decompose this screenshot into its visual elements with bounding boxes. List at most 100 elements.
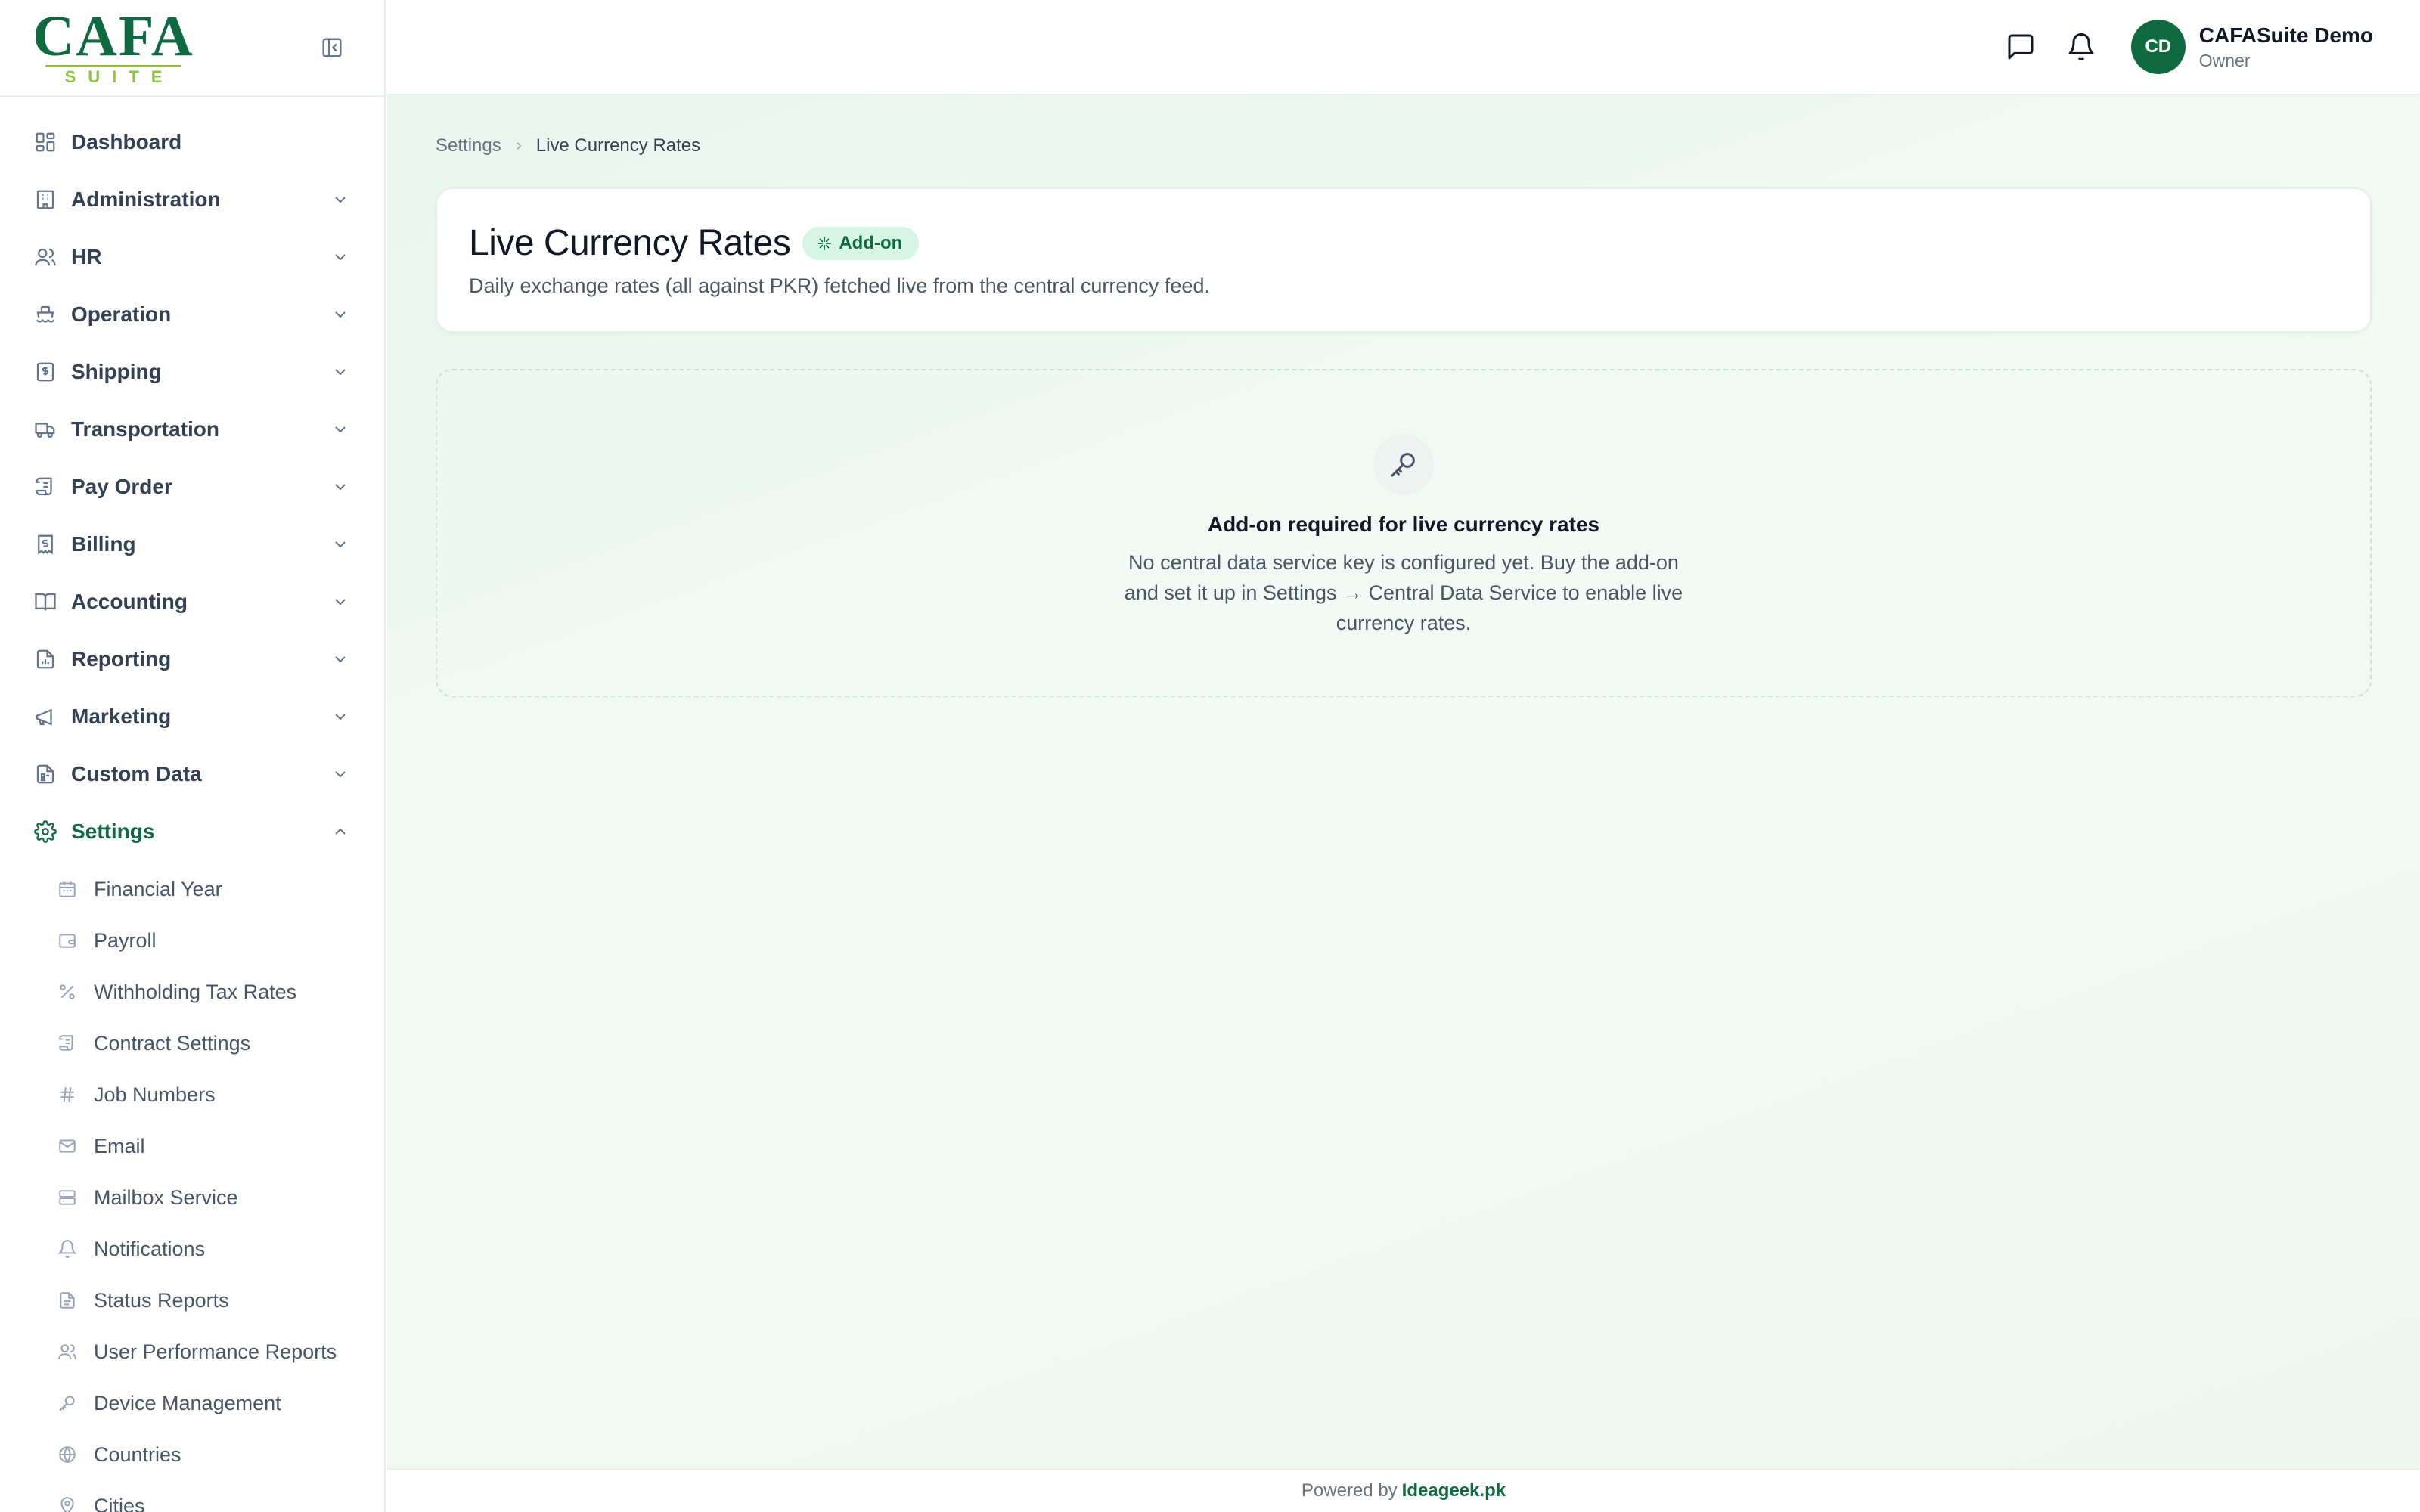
submenu-item-label: Countries: [94, 1442, 182, 1466]
sidebar-item-label: Reporting: [71, 647, 172, 671]
submenu-item-job-numbers[interactable]: Job Numbers: [0, 1069, 384, 1120]
calendar-icon: [56, 878, 79, 900]
gear-icon: [32, 818, 59, 845]
avatar[interactable]: CD: [2130, 20, 2186, 74]
messages-button[interactable]: [2003, 29, 2039, 65]
ship-icon: [32, 301, 59, 328]
scroll-icon: [32, 473, 59, 500]
submenu-item-user-performance-reports[interactable]: User Performance Reports: [0, 1326, 384, 1377]
title-row: Live Currency Rates Add-on: [469, 222, 2338, 264]
submenu-item-status-reports[interactable]: Status Reports: [0, 1275, 384, 1326]
sparkles-icon: [816, 235, 833, 252]
file-icon: [56, 1289, 79, 1312]
footer-prefix: Powered by: [1301, 1480, 1398, 1501]
panel-collapse-icon: [322, 38, 342, 57]
submenu-item-label: Cities: [94, 1494, 145, 1512]
topbar: CD CAFASuite Demo Owner: [387, 0, 2420, 95]
sidebar-item-label: Settings: [71, 820, 155, 843]
user-menu[interactable]: CAFASuite Demo Owner: [2199, 22, 2373, 72]
logo-area: CAFA SUITE: [0, 0, 384, 97]
logo-main-text: CAFA: [33, 5, 194, 68]
submenu-item-device-management[interactable]: Device Management: [0, 1377, 384, 1429]
submenu-item-label: Contract Settings: [94, 1031, 251, 1055]
users-icon: [32, 243, 59, 271]
footer-brand-link[interactable]: Ideageek.pk: [1402, 1480, 1506, 1501]
empty-state-text: No central data service key is configure…: [1124, 551, 1683, 634]
sidebar-item-operation[interactable]: Operation: [0, 286, 384, 343]
bell-icon: [2068, 33, 2094, 61]
chevron-right-icon: [512, 139, 526, 153]
chevron-down-icon: [330, 476, 351, 497]
scroll-icon: [56, 1032, 79, 1055]
pin-icon: [56, 1495, 79, 1512]
submenu-item-label: Status Reports: [94, 1288, 229, 1312]
sidebar-item-label: Billing: [71, 532, 136, 556]
chevron-up-icon: [330, 821, 351, 842]
sidebar-item-accounting[interactable]: Accounting: [0, 573, 384, 631]
submenu-item-notifications[interactable]: Notifications: [0, 1223, 384, 1275]
settings-submenu: Financial Year Payroll Withholding Tax R…: [0, 860, 384, 1512]
sidebar-collapse-button[interactable]: [319, 35, 345, 60]
submenu-item-withholding-tax-rates[interactable]: Withholding Tax Rates: [0, 966, 384, 1018]
book-icon: [32, 588, 59, 615]
sidebar-item-billing[interactable]: Billing: [0, 516, 384, 573]
submenu-item-email[interactable]: Email: [0, 1120, 384, 1172]
sidebar: CAFA SUITE Dashboard Administration HR O…: [0, 0, 386, 1512]
submenu-item-label: User Performance Reports: [94, 1340, 337, 1363]
breadcrumb-parent-link[interactable]: Settings: [436, 135, 501, 156]
breadcrumb: Settings Live Currency Rates: [436, 133, 2372, 159]
sidebar-item-settings[interactable]: Settings: [0, 803, 384, 860]
message-square-icon: [2008, 34, 2034, 60]
sidebar-item-reporting[interactable]: Reporting: [0, 631, 384, 688]
sidebar-item-label: Pay Order: [71, 475, 172, 498]
submenu-item-financial-year[interactable]: Financial Year: [0, 863, 384, 915]
megaphone-icon: [32, 703, 59, 730]
sidebar-item-administration[interactable]: Administration: [0, 171, 384, 228]
sidebar-item-label: HR: [71, 245, 102, 268]
chevron-down-icon: [330, 304, 351, 325]
breadcrumb-current: Live Currency Rates: [535, 135, 701, 156]
wallet-icon: [56, 929, 79, 952]
main-content: Settings Live Currency Rates Live Curren…: [387, 95, 2420, 1468]
sidebar-item-pay-order[interactable]: Pay Order: [0, 458, 384, 516]
sidebar-item-label: Operation: [71, 302, 172, 326]
sidebar-item-custom-data[interactable]: Custom Data: [0, 745, 384, 803]
form-doc-icon: [32, 761, 59, 788]
building-icon: [32, 186, 59, 213]
submenu-item-mailbox-service[interactable]: Mailbox Service: [0, 1172, 384, 1223]
chevron-down-icon: [330, 189, 351, 210]
key-icon: [1391, 453, 1415, 477]
sidebar-item-dashboard[interactable]: Dashboard: [0, 113, 384, 171]
chevron-down-icon: [330, 534, 351, 555]
sidebar-item-transportation[interactable]: Transportation: [0, 401, 384, 458]
submenu-item-payroll[interactable]: Payroll: [0, 915, 384, 966]
users-icon: [56, 1340, 79, 1363]
user-name: CAFASuite Demo: [2198, 23, 2373, 47]
submenu-item-label: Job Numbers: [94, 1083, 216, 1106]
sidebar-item-marketing[interactable]: Marketing: [0, 688, 384, 745]
submenu-item-contract-settings[interactable]: Contract Settings: [0, 1018, 384, 1069]
submenu-item-label: Email: [94, 1134, 145, 1157]
percent-icon: [56, 981, 79, 1003]
notifications-button[interactable]: [2063, 29, 2099, 65]
sidebar-item-label: Marketing: [71, 705, 172, 728]
page-description: Daily exchange rates (all against PKR) f…: [469, 274, 1210, 297]
hash-icon: [56, 1083, 79, 1106]
truck-icon: [32, 416, 59, 443]
dollar-doc-icon: [32, 358, 59, 386]
user-role: Owner: [2198, 51, 2251, 70]
key-icon: [56, 1392, 79, 1414]
sidebar-item-shipping[interactable]: Shipping: [0, 343, 384, 401]
sidebar-item-hr[interactable]: HR: [0, 228, 384, 286]
receipt-icon: [32, 531, 59, 558]
chevron-down-icon: [330, 419, 351, 440]
sidebar-item-label: Administration: [71, 187, 221, 211]
logo[interactable]: CAFA SUITE: [30, 5, 197, 86]
footer: Powered by Ideageek.pk: [387, 1468, 2420, 1512]
sidebar-item-label: Dashboard: [71, 130, 182, 153]
submenu-item-countries[interactable]: Countries: [0, 1429, 384, 1480]
globe-icon: [56, 1443, 79, 1466]
submenu-item-cities[interactable]: Cities: [0, 1480, 384, 1512]
page-header-card: Live Currency Rates Add-on Daily exchang…: [436, 187, 2372, 333]
chevron-down-icon: [330, 706, 351, 727]
